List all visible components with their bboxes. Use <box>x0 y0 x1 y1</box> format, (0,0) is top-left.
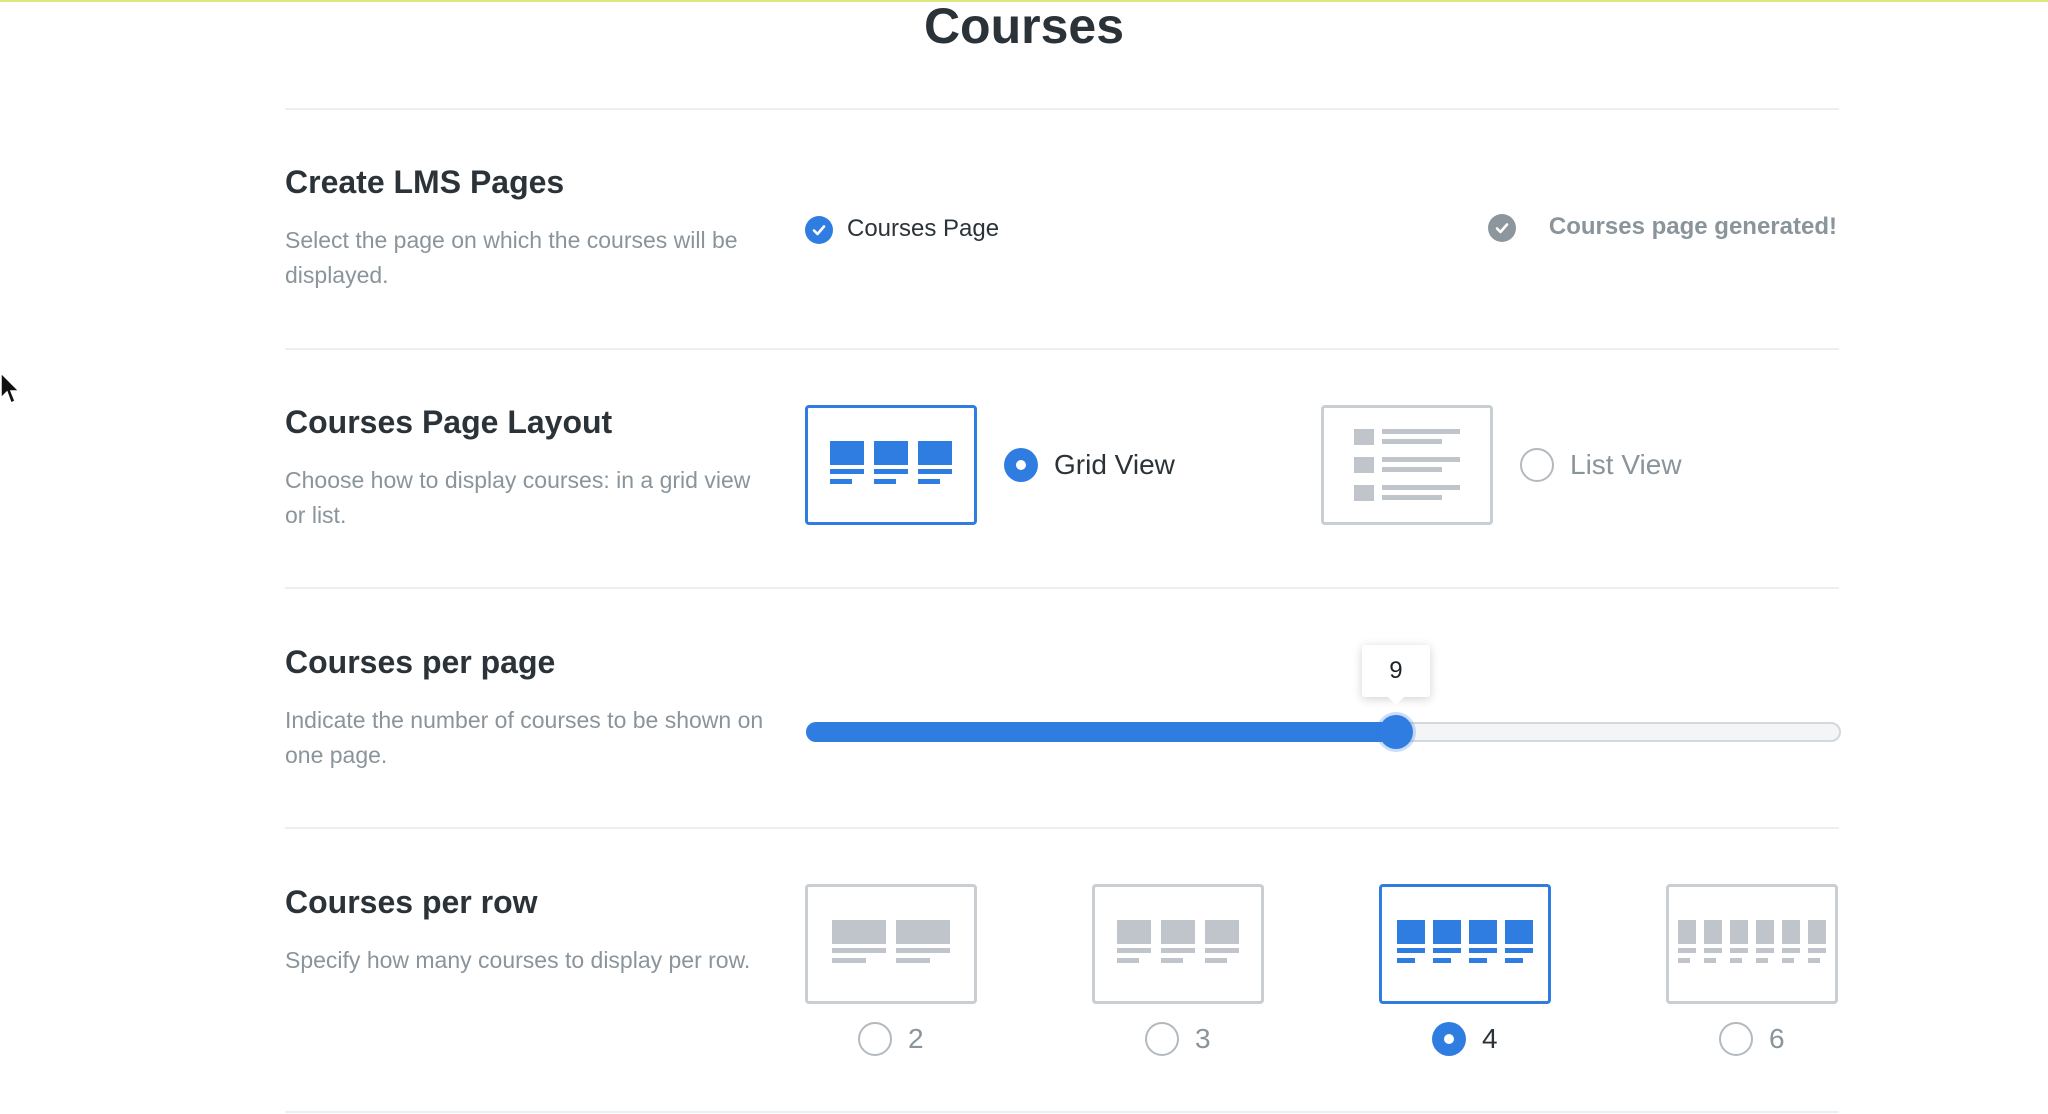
grid-layout-icon <box>830 441 952 484</box>
section-title-per-page: Courses per page <box>285 644 556 680</box>
page-title: Courses <box>923 0 1125 54</box>
section-title-lms-pages: Create LMS Pages <box>285 164 565 200</box>
per-row-6-label[interactable]: 6 <box>1769 1022 1785 1056</box>
three-column-icon <box>1117 920 1239 963</box>
divider <box>285 827 1839 829</box>
slider-thumb[interactable] <box>1378 715 1413 749</box>
two-column-icon <box>832 920 950 963</box>
section-desc-lms-pages: Select the page on which the courses wil… <box>285 227 738 288</box>
per-row-2-card[interactable] <box>805 884 977 1004</box>
divider <box>285 587 1839 589</box>
list-view-label[interactable]: List View <box>1570 448 1682 482</box>
section-desc-per-row: Specify how many courses to display per … <box>285 947 751 973</box>
section-desc-layout: Choose how to display courses: in a grid… <box>285 467 751 528</box>
per-row-2-label[interactable]: 2 <box>908 1022 924 1056</box>
status-message: Courses page generated! <box>1548 213 1837 240</box>
six-column-icon <box>1678 920 1826 963</box>
per-row-6-radio[interactable] <box>1719 1022 1753 1056</box>
per-row-3-card[interactable] <box>1092 884 1264 1004</box>
slider-value-tooltip: 9 <box>1361 645 1430 705</box>
courses-page-checkbox[interactable] <box>805 216 833 244</box>
per-row-4-card[interactable] <box>1379 884 1551 1004</box>
grid-view-card[interactable] <box>805 405 977 525</box>
list-layout-icon <box>1354 429 1460 501</box>
section-title-layout: Courses Page Layout <box>285 404 613 440</box>
check-icon <box>812 225 826 236</box>
grid-view-label[interactable]: Grid View <box>1054 448 1175 482</box>
slider-fill <box>806 722 1396 742</box>
section-desc-per-page: Indicate the number of courses to be sho… <box>285 707 764 768</box>
per-row-2-radio[interactable] <box>858 1022 892 1056</box>
divider <box>285 348 1839 350</box>
divider <box>285 1111 1839 1113</box>
per-row-3-label[interactable]: 3 <box>1195 1022 1211 1056</box>
check-icon <box>1495 223 1509 234</box>
per-row-3-radio[interactable] <box>1145 1022 1179 1056</box>
per-row-4-radio[interactable] <box>1432 1022 1466 1056</box>
per-row-6-card[interactable] <box>1666 884 1838 1004</box>
mouse-cursor-icon <box>0 372 21 405</box>
list-view-radio[interactable] <box>1520 448 1554 482</box>
four-column-icon <box>1397 920 1533 963</box>
courses-page-label[interactable]: Courses Page <box>847 214 999 244</box>
divider <box>285 108 1839 110</box>
section-title-per-row: Courses per row <box>285 884 538 920</box>
per-row-4-label[interactable]: 4 <box>1482 1022 1498 1056</box>
list-view-card[interactable] <box>1321 405 1493 525</box>
grid-view-radio[interactable] <box>1004 448 1038 482</box>
check-circle-icon <box>1488 214 1516 242</box>
